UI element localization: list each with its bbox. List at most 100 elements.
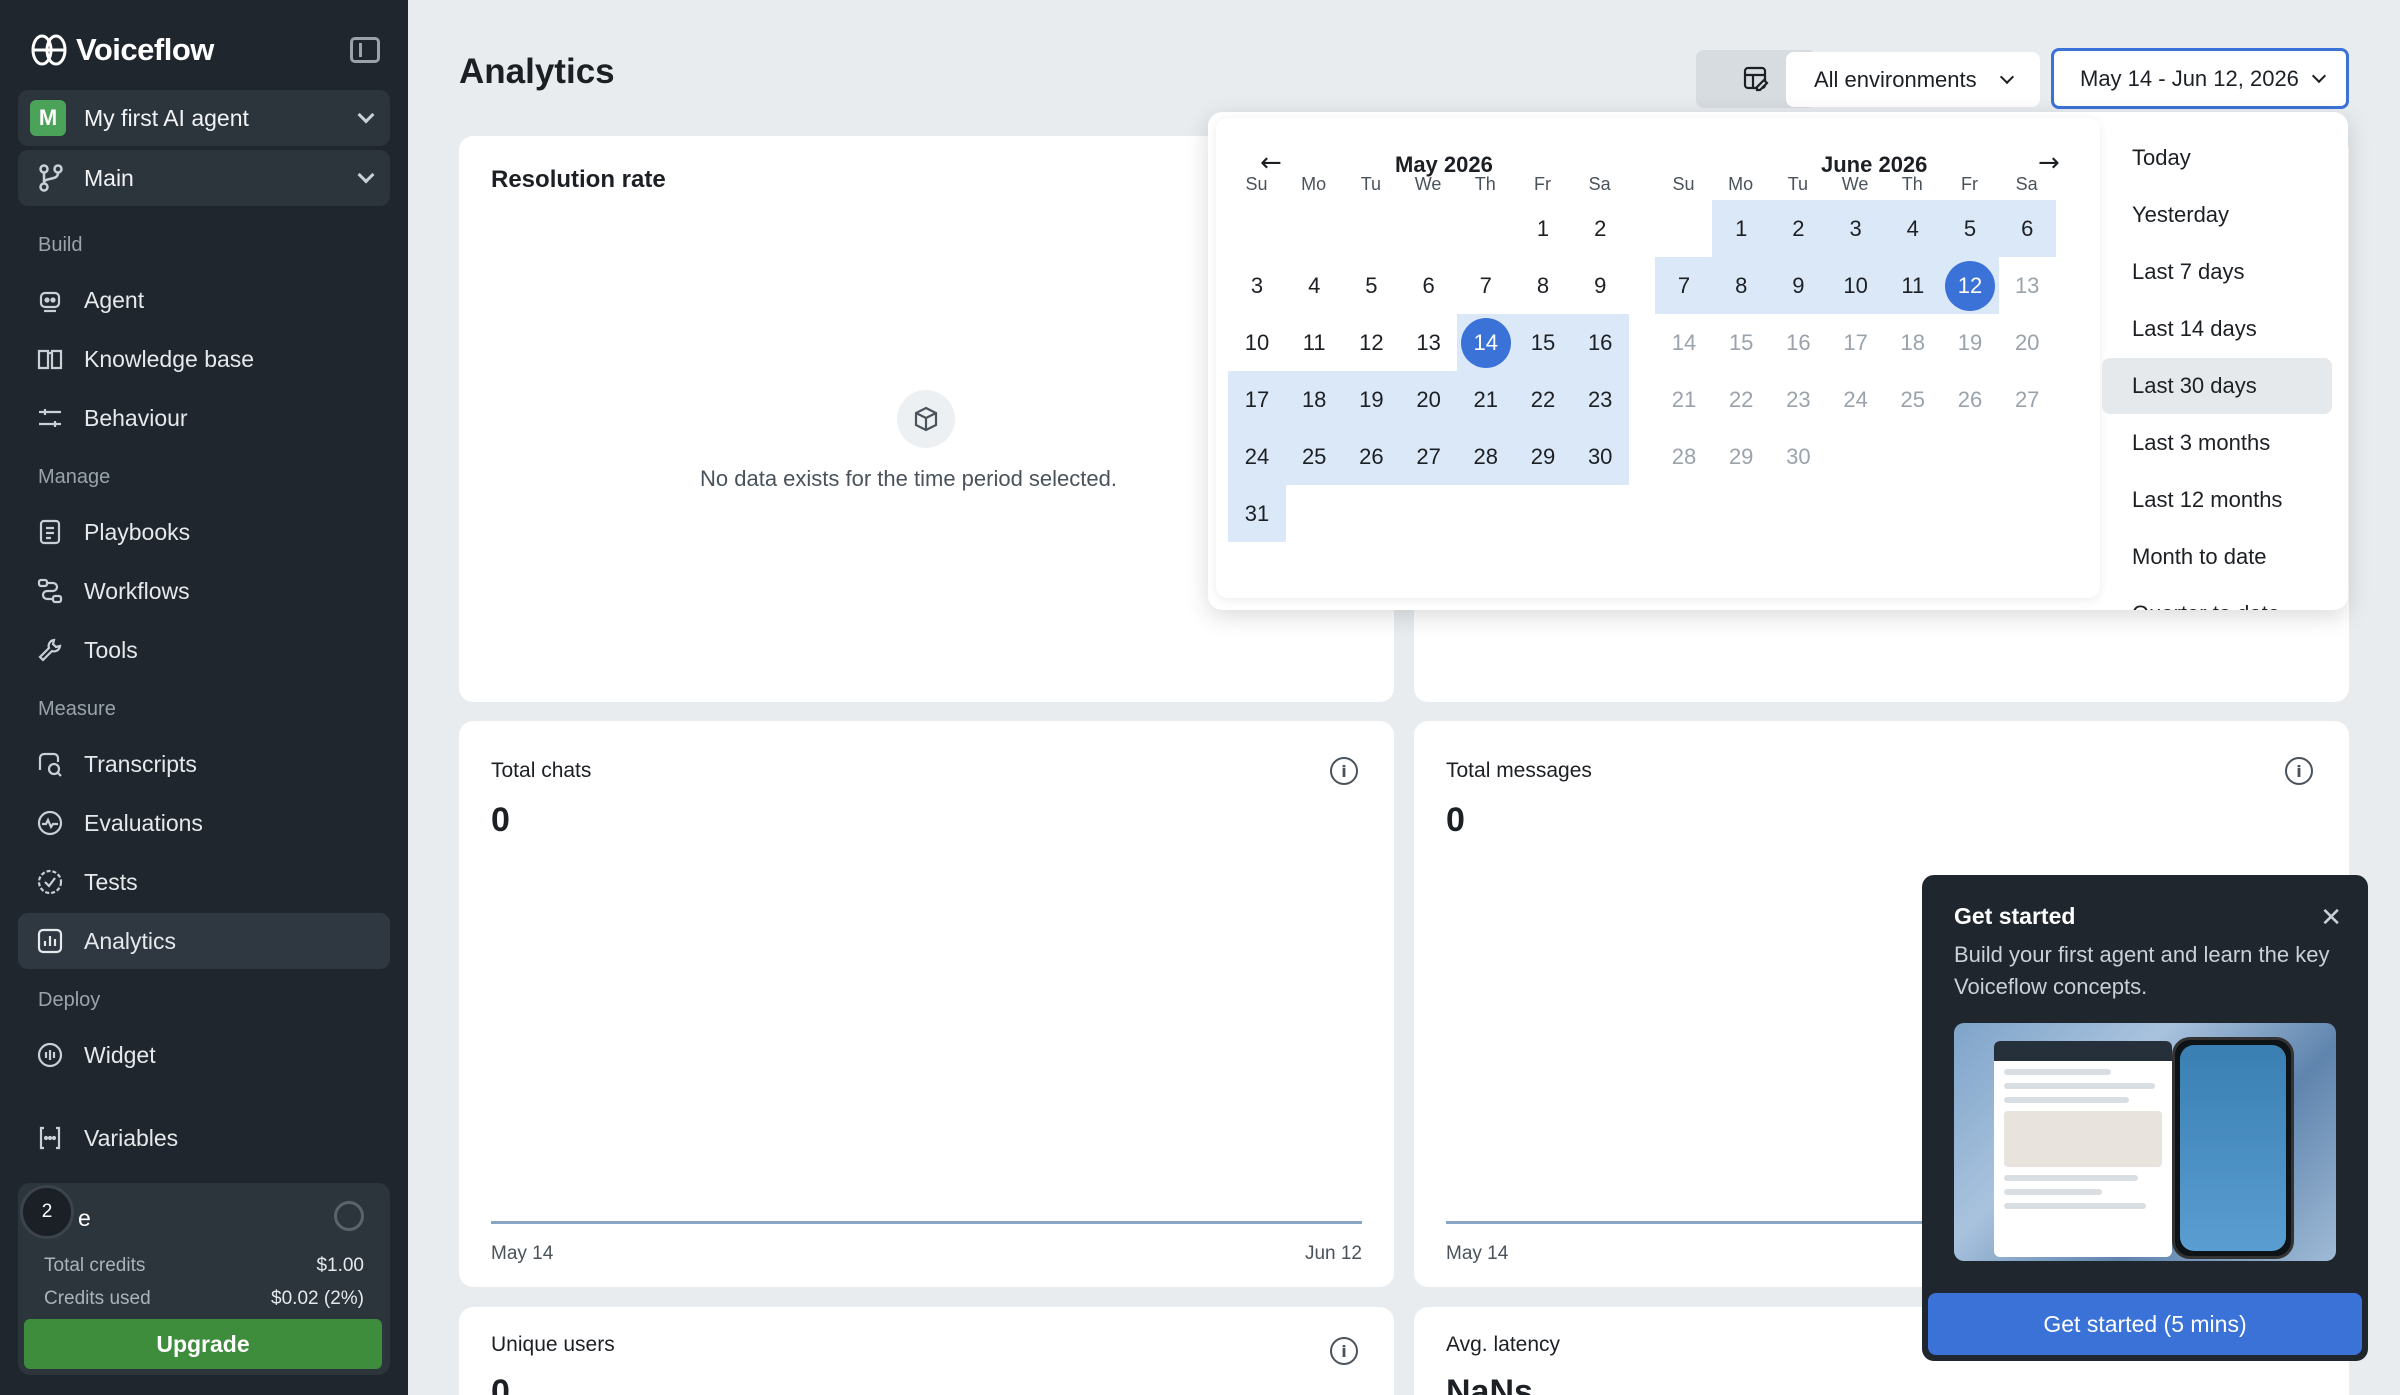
calendar-day[interactable]: 22 bbox=[1712, 371, 1770, 428]
calendar-day[interactable]: 21 bbox=[1456, 371, 1515, 428]
notification-badge[interactable]: 2 bbox=[20, 1185, 74, 1239]
agent-selector[interactable]: M My first AI agent bbox=[18, 90, 390, 146]
sidebar-item-playbooks[interactable]: Playbooks bbox=[18, 504, 390, 560]
calendar-day[interactable]: 24 bbox=[1827, 371, 1885, 428]
sidebar-item-evaluations[interactable]: Evaluations bbox=[18, 795, 390, 851]
calendar-day[interactable]: 13 bbox=[1998, 257, 2056, 314]
wrench-icon bbox=[36, 636, 64, 664]
calendar-day[interactable]: 24 bbox=[1228, 428, 1286, 485]
calendar-day[interactable]: 10 bbox=[1826, 257, 1885, 314]
calendar-day[interactable]: 10 bbox=[1228, 314, 1286, 371]
calendar-day[interactable]: 20 bbox=[1998, 314, 2056, 371]
calendar-day[interactable]: 16 bbox=[1571, 314, 1630, 371]
calendar-day[interactable]: 19 bbox=[1941, 314, 1999, 371]
sidebar-item-tests[interactable]: Tests bbox=[18, 854, 390, 910]
date-preset-option[interactable]: Quarter to date bbox=[2102, 586, 2332, 610]
upgrade-button[interactable]: Upgrade bbox=[24, 1319, 382, 1369]
calendar-day[interactable]: 28 bbox=[1456, 428, 1515, 485]
calendar-day[interactable]: 19 bbox=[1342, 371, 1401, 428]
date-preset-option[interactable]: Last 14 days bbox=[2102, 301, 2332, 357]
calendar-day[interactable]: 23 bbox=[1571, 371, 1630, 428]
calendar-day[interactable]: 2 bbox=[1769, 200, 1828, 257]
calendar-day[interactable]: 28 bbox=[1655, 428, 1713, 485]
date-preset-option[interactable]: Last 3 months bbox=[2102, 415, 2332, 471]
calendar-day[interactable]: 9 bbox=[1769, 257, 1828, 314]
calendar-day[interactable]: 4 bbox=[1883, 200, 1942, 257]
sidebar-item-behaviour[interactable]: Behaviour bbox=[18, 390, 390, 446]
calendar-day[interactable]: 25 bbox=[1285, 428, 1344, 485]
calendar-day[interactable]: 26 bbox=[1342, 428, 1401, 485]
calendar-day[interactable]: 20 bbox=[1399, 371, 1458, 428]
sidebar-item-widget[interactable]: Widget bbox=[18, 1027, 390, 1083]
info-icon[interactable]: i bbox=[1330, 757, 1358, 785]
calendar-day[interactable]: 8 bbox=[1514, 257, 1572, 314]
calendar-day[interactable]: 30 bbox=[1571, 428, 1630, 485]
date-preset-option[interactable]: Last 7 days bbox=[2102, 244, 2332, 300]
calendar-day[interactable]: 11 bbox=[1285, 314, 1343, 371]
date-preset-option[interactable]: Yesterday bbox=[2102, 187, 2332, 243]
calendar-day[interactable]: 16 bbox=[1769, 314, 1827, 371]
info-icon[interactable]: i bbox=[2285, 757, 2313, 785]
calendar-day[interactable]: 26 bbox=[1941, 371, 1999, 428]
calendar-day[interactable]: 23 bbox=[1769, 371, 1827, 428]
calendar-day[interactable]: 14 bbox=[1655, 314, 1713, 371]
calendar-day[interactable]: 8 bbox=[1712, 257, 1771, 314]
sidebar-collapse-icon[interactable] bbox=[350, 37, 380, 63]
sidebar-item-tools[interactable]: Tools bbox=[18, 622, 390, 678]
calendar-day[interactable]: 21 bbox=[1655, 371, 1713, 428]
calendar-day[interactable]: 1 bbox=[1712, 200, 1771, 257]
weekday-label: Mo bbox=[1728, 174, 1754, 194]
sidebar-item-analytics[interactable]: Analytics bbox=[18, 913, 390, 969]
date-preset-option[interactable]: Today bbox=[2102, 130, 2332, 186]
calendar-day[interactable]: 1 bbox=[1514, 200, 1572, 257]
calendar-day[interactable]: 2 bbox=[1571, 200, 1629, 257]
sidebar-item-knowledge-base[interactable]: Knowledge base bbox=[18, 331, 390, 387]
date-preset-option[interactable]: Last 12 months bbox=[2102, 472, 2332, 528]
calendar-day[interactable]: 7 bbox=[1655, 257, 1713, 314]
calendar-day[interactable]: 30 bbox=[1769, 428, 1827, 485]
calendar-day[interactable]: 27 bbox=[1399, 428, 1458, 485]
calendar-day[interactable]: 25 bbox=[1884, 371, 1942, 428]
environment-select[interactable]: All environments bbox=[1786, 52, 2040, 107]
calendar-day[interactable]: 9 bbox=[1571, 257, 1629, 314]
calendar-day[interactable]: 18 bbox=[1285, 371, 1344, 428]
calendar-day[interactable]: 3 bbox=[1826, 200, 1885, 257]
calendar-day[interactable]: 17 bbox=[1228, 371, 1286, 428]
calendar-day[interactable]: 15 bbox=[1514, 314, 1572, 371]
calendar-day[interactable]: 18 bbox=[1884, 314, 1942, 371]
calendar-day[interactable]: 27 bbox=[1998, 371, 2056, 428]
calendar-day[interactable]: 22 bbox=[1514, 371, 1572, 428]
date-range-select[interactable]: May 14 - Jun 12, 2026 bbox=[2051, 48, 2349, 109]
bar-chart-icon bbox=[36, 927, 64, 955]
branch-selector[interactable]: Main bbox=[18, 150, 390, 206]
sidebar-item-variables[interactable]: Variables bbox=[18, 1110, 390, 1166]
calendar-day-selected[interactable]: 14 bbox=[1456, 314, 1515, 371]
calendar-day[interactable]: 12 bbox=[1342, 314, 1400, 371]
calendar-day[interactable]: 29 bbox=[1712, 428, 1770, 485]
calendar-day[interactable]: 29 bbox=[1514, 428, 1572, 485]
weekday-label: Su bbox=[1672, 174, 1695, 194]
sidebar-item-transcripts[interactable]: Transcripts bbox=[18, 736, 390, 792]
sidebar-item-agent[interactable]: Agent bbox=[18, 272, 390, 328]
voiceflow-logo[interactable]: Voiceflow bbox=[30, 32, 214, 68]
calendar-day[interactable]: 7 bbox=[1457, 257, 1515, 314]
calendar-day[interactable]: 17 bbox=[1827, 314, 1885, 371]
date-preset-option[interactable]: Last 30 days bbox=[2102, 358, 2332, 414]
calendar-day[interactable]: 11 bbox=[1883, 257, 1942, 314]
calendar-day[interactable]: 6 bbox=[1400, 257, 1458, 314]
calendar-day[interactable]: 31 bbox=[1228, 485, 1286, 542]
calendar-day[interactable]: 4 bbox=[1285, 257, 1343, 314]
close-icon[interactable]: ✕ bbox=[2320, 903, 2342, 933]
info-icon[interactable]: i bbox=[1330, 1337, 1358, 1365]
sidebar-item-label: Behaviour bbox=[84, 404, 188, 431]
sidebar-item-workflows[interactable]: Workflows bbox=[18, 563, 390, 619]
calendar-day[interactable]: 3 bbox=[1228, 257, 1286, 314]
calendar-day[interactable]: 13 bbox=[1400, 314, 1458, 371]
calendar-day-selected[interactable]: 12 bbox=[1941, 257, 1999, 314]
get-started-button[interactable]: Get started (5 mins) bbox=[1928, 1293, 2362, 1355]
calendar-day[interactable]: 15 bbox=[1712, 314, 1770, 371]
date-preset-option[interactable]: Month to date bbox=[2102, 529, 2332, 585]
calendar-day[interactable]: 5 bbox=[1342, 257, 1400, 314]
calendar-day[interactable]: 5 bbox=[1941, 200, 1999, 257]
calendar-day[interactable]: 6 bbox=[1998, 200, 2057, 257]
